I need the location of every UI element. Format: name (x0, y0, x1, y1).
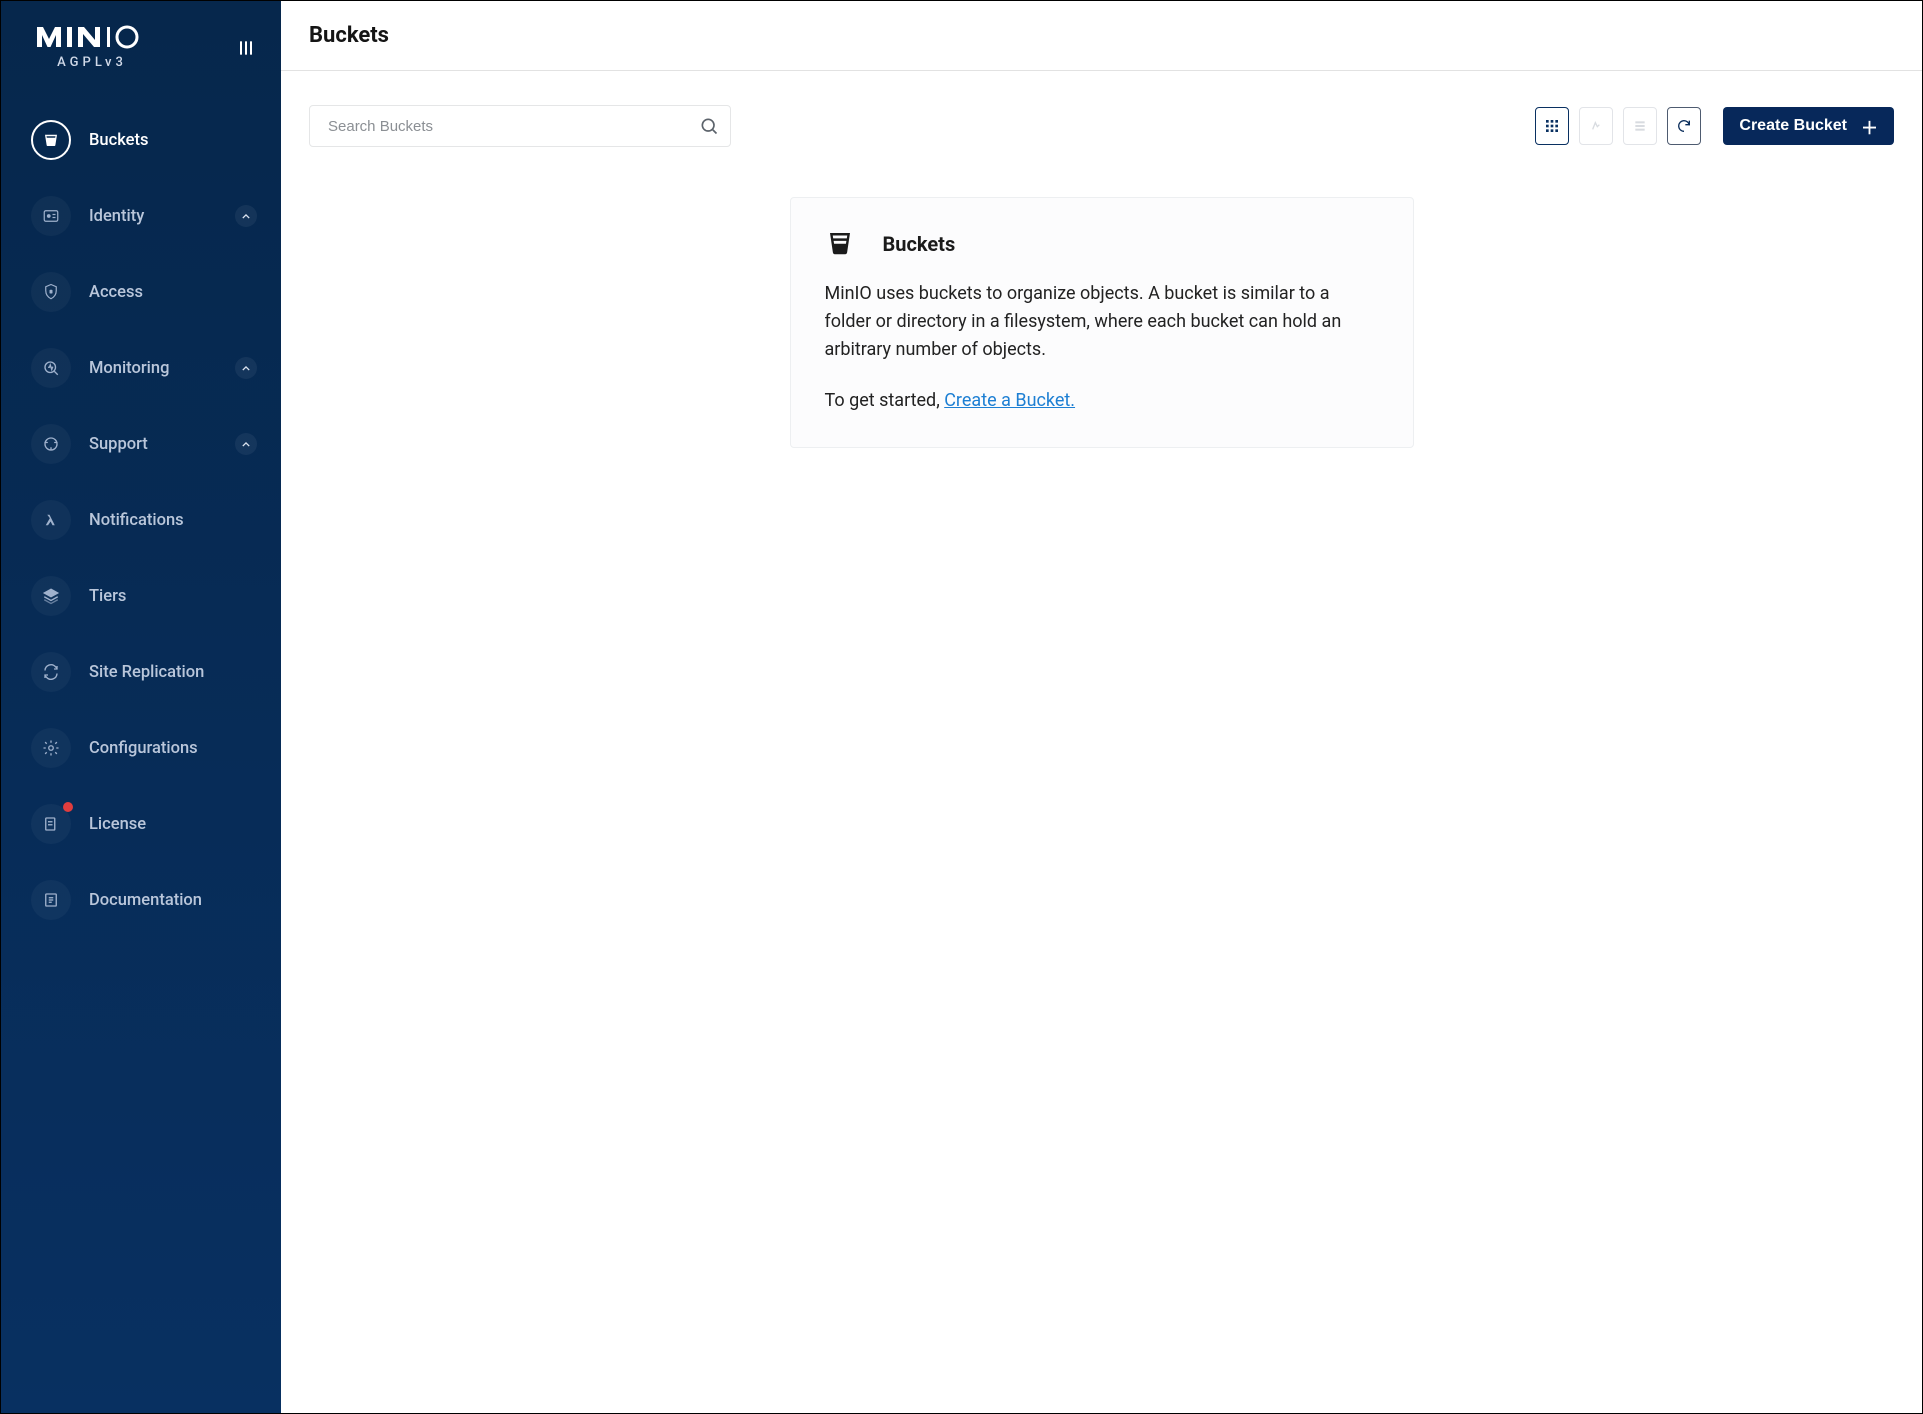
topbar: Buckets (281, 1, 1922, 71)
refresh-button[interactable] (1667, 107, 1701, 145)
sidebar-item-monitoring[interactable]: Monitoring (1, 330, 281, 406)
empty-title: Buckets (883, 232, 956, 256)
identity-icon (31, 196, 71, 236)
sidebar-item-label: Monitoring (89, 359, 217, 378)
sidebar-item-label: Support (89, 435, 217, 454)
sidebar-item-label: Site Replication (89, 663, 257, 682)
plus-icon: ＋ (1861, 114, 1878, 139)
sidebar-nav: Buckets Identity Access (1, 94, 281, 946)
brand-subtitle: AGPLv3 (57, 55, 127, 70)
search-input[interactable] (309, 105, 731, 147)
sidebar-item-buckets[interactable]: Buckets (1, 102, 281, 178)
sidebar-item-label: Access (89, 283, 257, 302)
sidebar-item-configurations[interactable]: Configurations (1, 710, 281, 786)
replication-icon (31, 652, 71, 692)
sidebar-collapse-button[interactable] (235, 37, 257, 59)
sidebar-item-label: Notifications (89, 511, 257, 530)
minio-logo (37, 25, 147, 49)
lambda-icon (31, 500, 71, 540)
monitoring-icon (31, 348, 71, 388)
lifecycle-button[interactable] (1579, 107, 1613, 145)
search-icon (699, 116, 719, 136)
chevron-up-icon (235, 433, 257, 455)
layers-icon (31, 576, 71, 616)
chevron-up-icon (235, 205, 257, 227)
sidebar-item-notifications[interactable]: Notifications (1, 482, 281, 558)
bucket-icon (825, 228, 857, 260)
sidebar-item-label: Tiers (89, 587, 257, 606)
sidebar-item-label: License (89, 815, 257, 834)
license-icon (31, 804, 71, 844)
content: Create Bucket ＋ Buckets MinIO uses bucke… (281, 71, 1922, 482)
empty-cta-prefix: To get started, (825, 390, 945, 411)
sidebar-item-tiers[interactable]: Tiers (1, 558, 281, 634)
sidebar: AGPLv3 Buckets Identity (1, 1, 281, 1413)
empty-description: MinIO uses buckets to organize objects. … (825, 280, 1379, 364)
notification-badge (63, 802, 73, 812)
documentation-icon (31, 880, 71, 920)
toolbar: Create Bucket ＋ (309, 105, 1894, 147)
sidebar-item-label: Buckets (89, 131, 257, 150)
sidebar-item-access[interactable]: Access (1, 254, 281, 330)
sidebar-header: AGPLv3 (1, 13, 281, 94)
gear-icon (31, 728, 71, 768)
sidebar-item-site-replication[interactable]: Site Replication (1, 634, 281, 710)
sidebar-item-support[interactable]: Support (1, 406, 281, 482)
chevron-up-icon (235, 357, 257, 379)
sidebar-item-identity[interactable]: Identity (1, 178, 281, 254)
list-view-button[interactable] (1623, 107, 1657, 145)
sidebar-item-label: Configurations (89, 739, 257, 758)
search-wrap (309, 105, 731, 147)
create-bucket-label: Create Bucket (1739, 117, 1847, 135)
empty-state-card: Buckets MinIO uses buckets to organize o… (790, 197, 1414, 448)
sidebar-item-label: Documentation (89, 891, 257, 910)
sidebar-item-documentation[interactable]: Documentation (1, 862, 281, 938)
main: Buckets (281, 1, 1922, 1413)
empty-cta: To get started, Create a Bucket. (825, 390, 1379, 411)
view-grid-button[interactable] (1535, 107, 1569, 145)
create-bucket-link[interactable]: Create a Bucket. (944, 390, 1075, 411)
brand: AGPLv3 (37, 25, 147, 70)
sidebar-item-license[interactable]: License (1, 786, 281, 862)
create-bucket-button[interactable]: Create Bucket ＋ (1723, 107, 1894, 145)
sidebar-item-label: Identity (89, 207, 217, 226)
support-icon (31, 424, 71, 464)
bucket-icon (31, 120, 71, 160)
page-title: Buckets (309, 23, 1894, 48)
shield-icon (31, 272, 71, 312)
